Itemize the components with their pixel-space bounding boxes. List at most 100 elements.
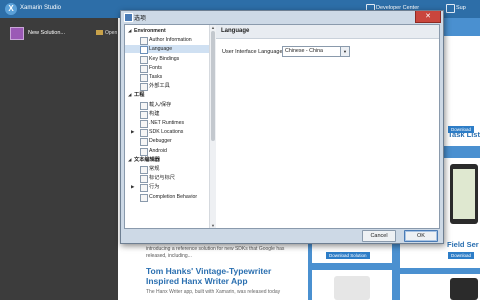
collapse-arrow-icon[interactable]: ▶ [131,183,134,191]
options-tree: ◢ Environment Author Information Language Ke… [125,25,209,228]
tree-item[interactable]: 载入/保存 [125,101,209,110]
tree-item-label: SDK Locations [149,129,184,136]
field-service-download-button[interactable]: Download [448,252,475,259]
tree-item[interactable]: 外部工具 [125,82,209,92]
news-title-link[interactable]: Tom Hanks' Vintage-Typewriter Inspired H… [146,266,306,286]
close-button[interactable]: ✕ [415,11,441,23]
tree-item[interactable]: Key Bindings [125,55,209,64]
page-icon [140,175,148,184]
news-article: introducing a reference solution for new… [146,246,306,295]
tree-item-selected[interactable]: Language [125,45,209,55]
xamarin-logo-icon: X [5,3,17,15]
news-body: The Hanx Writer app, built with Xamarin,… [146,289,281,295]
phone-image [450,164,478,224]
panel-header: Language [216,25,439,39]
tree-group-label: 文本编辑器 [134,156,160,163]
tree-item[interactable]: Author Information [125,36,209,46]
page-icon [140,147,148,156]
new-solution-icon [10,27,24,40]
task-list-download-button[interactable]: Download [448,126,475,133]
tree-item-label: Language [149,46,173,53]
tree-group-label: Environment [134,28,166,34]
tree-item-label: 行为 [149,184,160,191]
solutions-panel: New Solution... Open [0,18,118,300]
page-icon [140,120,148,128]
page-icon [140,101,148,110]
tree-group[interactable]: ◢ 工程 [125,91,209,99]
page-icon [140,83,148,92]
open-button[interactable]: Open [96,30,117,36]
tree-item[interactable]: .NET Runtimes [125,119,209,128]
tree-group-label: 工程 [134,92,145,99]
tree-item-label: Key Bindings [149,55,180,62]
ok-button[interactable]: OK [404,230,438,242]
tree-scrollbar[interactable]: ▲ ▼ [209,25,216,228]
page-icon [140,74,148,82]
tree-group[interactable]: ◢ 文本编辑器 [125,156,209,164]
expand-arrow-icon[interactable]: ◢ [128,156,131,164]
page-icon [140,129,148,138]
app-title: Xamarin Studio [20,5,62,11]
tree-item-label: 载入/保存 [149,101,172,108]
tree-item-label: Debugger [149,138,172,145]
tree-item[interactable]: 常规 [125,165,209,174]
tree-subgroup[interactable]: ▶ 行为 [125,183,209,193]
tree-item[interactable]: Debugger [125,137,209,147]
tree-subgroup[interactable]: ▶ SDK Locations [125,128,209,138]
tree-item-label: Completion Behavior [149,193,198,200]
page-icon [140,37,148,46]
dialog-app-icon [124,13,133,22]
dialog-title: 选项 [134,16,147,22]
dialog-body: ◢ Environment Author Information Language Ke… [124,24,440,229]
tree-item-label: 标记与标尺 [149,175,175,182]
options-dialog: 选项 ✕ ◢ Environment Author Information Langu… [120,10,444,244]
page-icon [140,46,148,55]
panel-title: Language [221,28,250,34]
cancel-button[interactable]: Cancel [362,230,396,242]
tree-item[interactable]: 构建 [125,110,209,119]
tree-item-label: Tasks [149,74,163,80]
page-icon [140,138,148,147]
page-icon [140,55,148,64]
ui-language-select[interactable]: Chinese - China ▼ [282,46,350,57]
support-icon[interactable] [446,4,455,13]
tree-item-label: 常规 [149,166,160,172]
tree-item[interactable]: Fonts [125,64,209,73]
tree-item-label: Fonts [149,64,162,71]
download-solution-button[interactable]: Download Solution [326,252,370,259]
tree-item[interactable]: 标记与标尺 [125,174,209,184]
settings-panel: Language User Interface Language: Chines… [216,25,439,228]
store-card[interactable] [312,270,392,300]
tree-group[interactable]: ◢ Environment [125,27,209,35]
tree-item[interactable]: Android [125,147,209,156]
new-solution-label: New Solution... [28,30,65,36]
open-label: Open [105,30,118,36]
expand-arrow-icon[interactable]: ◢ [128,27,131,35]
tree-item[interactable]: Tasks [125,73,209,82]
scroll-thumb[interactable] [211,31,215,141]
store-card[interactable] [400,274,480,300]
page-icon [140,166,148,174]
dialog-titlebar[interactable]: 选项 ✕ [121,11,443,23]
news-intro: introducing a reference solution for new… [146,246,285,259]
collapse-arrow-icon[interactable]: ▶ [131,128,134,136]
page-icon [140,193,148,202]
phone-image [450,278,478,300]
folder-icon [96,30,103,36]
tree-item[interactable]: Completion Behavior [125,193,209,202]
ui-language-label: User Interface Language: [222,49,285,55]
expand-arrow-icon[interactable]: ◢ [128,91,131,99]
tree-item-label: 外部工具 [149,83,170,90]
page-icon [140,184,148,193]
tree-item-label: 构建 [149,110,160,117]
chevron-down-icon[interactable]: ▼ [340,47,349,56]
ui-language-value: Chinese - China [285,48,323,54]
tree-item-label: Author Information [149,37,192,44]
page-icon [140,64,148,73]
tree-item-label: Android [149,147,167,154]
support-link[interactable]: Sup [456,5,466,11]
field-service-title: Field Ser [447,240,479,249]
phone-image [334,276,370,300]
tree-item-label: .NET Runtimes [149,120,185,126]
page-icon [140,110,148,119]
